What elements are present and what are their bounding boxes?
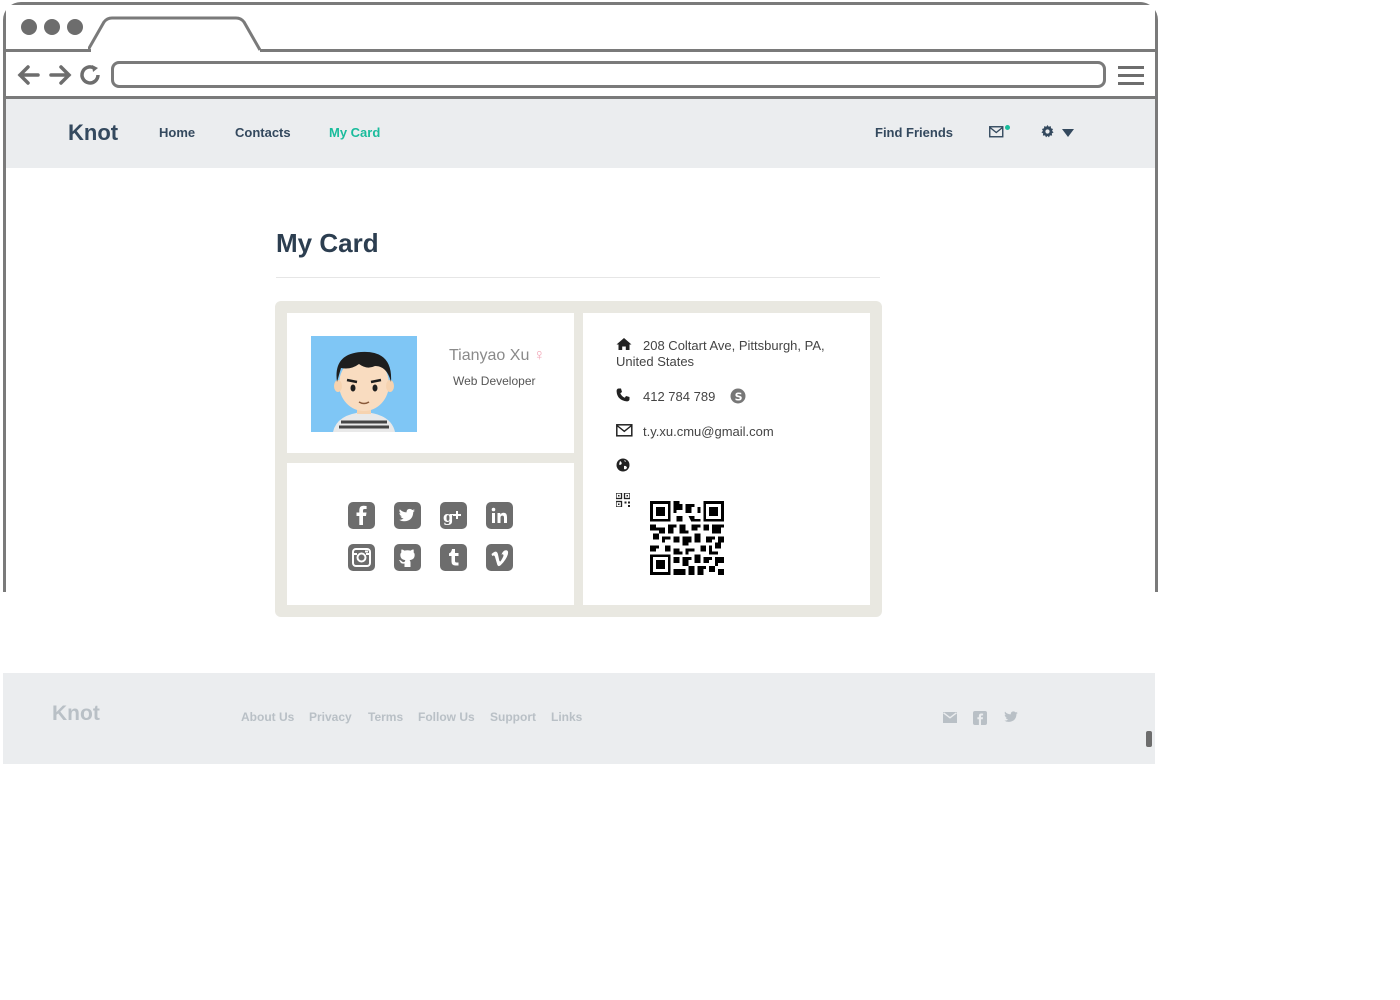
instagram-icon[interactable] [348, 544, 375, 571]
back-arrow-icon[interactable] [16, 64, 40, 86]
profile-panel: Tianyao Xu ♀ Web Developer [287, 313, 574, 453]
google-plus-icon[interactable]: g [440, 502, 467, 529]
footer-link-terms[interactable]: Terms [368, 710, 403, 724]
skype-icon[interactable]: S [730, 388, 746, 404]
business-card: Tianyao Xu ♀ Web Developer g 208 Coltart… [275, 301, 882, 617]
brand-logo[interactable]: Knot [68, 120, 118, 146]
contact-phone: 412 784 789 [643, 389, 716, 404]
facebook-icon[interactable] [973, 711, 987, 725]
github-icon[interactable] [394, 544, 421, 571]
forward-arrow-icon[interactable] [49, 64, 73, 86]
reload-icon[interactable] [79, 64, 103, 86]
contact-panel: 208 Coltart Ave, Pittsburgh, PA, United … [583, 313, 870, 605]
nav-link-contacts[interactable]: Contacts [235, 125, 291, 140]
nav-link-home[interactable]: Home [159, 125, 195, 140]
vimeo-icon[interactable] [486, 544, 513, 571]
mail-icon[interactable] [943, 712, 957, 723]
footer-link-about-us[interactable]: About Us [241, 710, 294, 724]
female-icon: ♀ [533, 347, 546, 364]
qr-code-icon [616, 493, 630, 507]
window-control-dot[interactable] [21, 19, 37, 35]
page-title: My Card [276, 228, 379, 258]
address-bar[interactable] [111, 61, 1106, 88]
footer-brand[interactable]: Knot [52, 702, 100, 726]
facebook-icon[interactable] [348, 502, 375, 529]
scrollbar-thumb[interactable] [1146, 731, 1152, 747]
tumblr-icon[interactable] [440, 544, 467, 571]
mail-icon[interactable] [989, 126, 1004, 138]
social-panel: g [287, 463, 574, 605]
twitter-icon[interactable] [1003, 711, 1018, 724]
contact-address-line1: 208 Coltart Ave, Pittsburgh, PA, [643, 338, 825, 353]
twitter-icon[interactable] [394, 502, 421, 529]
browser-tab[interactable] [88, 16, 1158, 52]
nav-link-find-friends[interactable]: Find Friends [875, 125, 953, 140]
profile-name: Tianyao Xu ♀ [449, 347, 545, 365]
svg-text:g: g [443, 508, 454, 526]
notification-dot [1005, 125, 1010, 130]
browser-menu-icon[interactable] [1118, 66, 1144, 90]
title-divider [276, 277, 880, 278]
profile-name-text: Tianyao Xu [449, 347, 530, 364]
footer-link-support[interactable]: Support [490, 710, 536, 724]
caret-down-icon[interactable] [1062, 129, 1074, 137]
contact-address-line2: United States [616, 354, 695, 369]
email-icon [616, 424, 633, 437]
contact-email[interactable]: t.y.xu.cmu@gmail.com [643, 424, 774, 440]
avatar [311, 336, 417, 432]
phone-icon [616, 388, 630, 402]
profile-job-title: Web Developer [453, 374, 536, 388]
home-icon [616, 338, 632, 350]
footer-link-privacy[interactable]: Privacy [309, 710, 352, 724]
linkedin-icon[interactable] [486, 502, 513, 529]
svg-text:S: S [735, 391, 743, 404]
qr-code [650, 501, 724, 575]
globe-icon [616, 458, 630, 472]
gear-icon[interactable] [1041, 125, 1054, 138]
nav-link-my-card[interactable]: My Card [329, 125, 380, 140]
footer-link-links[interactable]: Links [551, 710, 582, 724]
window-control-dot[interactable] [67, 19, 83, 35]
window-control-dot[interactable] [44, 19, 60, 35]
footer-link-follow-us[interactable]: Follow Us [418, 710, 475, 724]
